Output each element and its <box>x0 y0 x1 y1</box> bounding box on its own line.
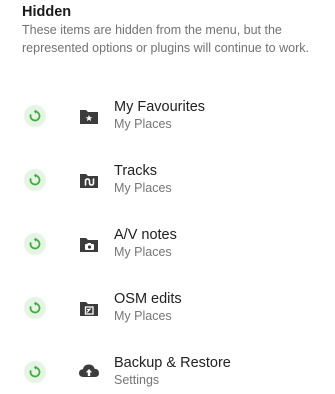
restore-item-button[interactable] <box>24 297 46 319</box>
item-subtitle: My Places <box>114 181 172 195</box>
item-name: My Favourites <box>114 99 206 115</box>
item-subtitle: My Places <box>114 245 172 259</box>
item-name: OSM edits <box>114 291 182 307</box>
item-name: Backup & Restore <box>114 355 231 371</box>
restore-icon <box>29 237 41 250</box>
list-item-av-notes[interactable]: A/V notes My Places <box>0 222 335 266</box>
folder-star-icon <box>78 105 100 127</box>
cloud-upload-icon <box>78 360 100 382</box>
folder-osm-icon <box>78 297 100 319</box>
item-name: Tracks <box>114 163 157 179</box>
folder-route-icon <box>78 169 100 191</box>
restore-item-button[interactable] <box>24 233 46 255</box>
section-description: These items are hidden from the menu, bu… <box>22 23 309 55</box>
restore-item-button[interactable] <box>24 105 46 127</box>
item-subtitle: Settings <box>114 373 160 387</box>
item-name: A/V notes <box>114 227 177 243</box>
item-subtitle: My Places <box>114 117 172 131</box>
list-item-tracks[interactable]: Tracks My Places <box>0 158 335 202</box>
restore-icon <box>29 301 41 314</box>
folder-camera-icon <box>78 233 100 255</box>
list-item-my-favourites[interactable]: My Favourites My Places <box>0 94 335 138</box>
restore-icon <box>29 173 41 186</box>
restore-icon <box>29 365 41 378</box>
list-item-osm-edits[interactable]: OSM edits My Places <box>0 286 335 330</box>
item-subtitle: My Places <box>114 309 172 323</box>
hidden-section-header: Hidden These items are hidden from the m… <box>22 3 322 57</box>
list-item-backup-restore[interactable]: Backup & Restore Settings <box>0 350 335 394</box>
section-title: Hidden <box>22 4 72 20</box>
restore-item-button[interactable] <box>24 169 46 191</box>
restore-icon <box>29 109 41 122</box>
